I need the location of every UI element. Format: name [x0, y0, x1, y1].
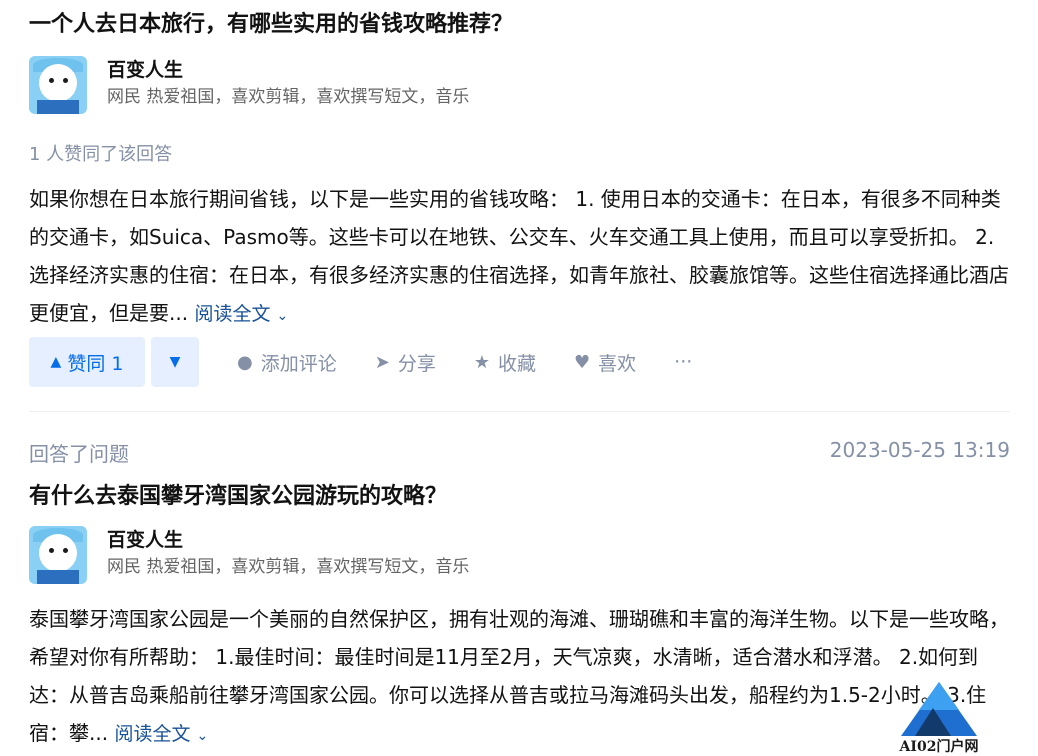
author-name[interactable]: 百变人生: [107, 526, 469, 554]
favorite-button[interactable]: ★ 收藏: [474, 349, 536, 376]
timestamp: 2023-05-25 13:19: [829, 438, 1010, 462]
answer-excerpt: 如果你想在日本旅行期间省钱，以下是一些实用的省钱攻略： 1. 使用日本的交通卡：…: [29, 187, 1009, 325]
avatar[interactable]: [29, 56, 87, 114]
author-info: 百变人生 网民 热爱祖国，喜欢剪辑，喜欢撰写短文，音乐: [29, 56, 469, 114]
heart-icon: ♥: [574, 351, 591, 373]
voters-count: 1 人赞同了该回答: [29, 144, 173, 165]
comment-button[interactable]: ● 添加评论: [237, 349, 337, 376]
more-button[interactable]: ···: [674, 351, 692, 373]
question-title[interactable]: 一个人去日本旅行，有哪些实用的省钱攻略推荐？: [29, 10, 513, 40]
question-title[interactable]: 有什么去泰国攀牙湾国家公园游玩的攻略？: [29, 482, 447, 512]
upvote-button[interactable]: ▲ 赞同 1: [29, 337, 145, 387]
comment-label: 添加评论: [260, 352, 337, 375]
chevron-down-icon: ⌄: [196, 728, 209, 744]
divider: [29, 411, 1010, 412]
read-more-link[interactable]: 阅读全文 ⌄: [114, 723, 208, 745]
author-bio: 网民 热爱祖国，喜欢剪辑，喜欢撰写短文，音乐: [107, 557, 470, 577]
answer-content: 如果你想在日本旅行期间省钱，以下是一些实用的省钱攻略： 1. 使用日本的交通卡：…: [29, 180, 1010, 335]
triangle-down-icon: ▼: [169, 354, 181, 370]
share-label: 分享: [397, 352, 436, 375]
chevron-down-icon: ⌄: [276, 308, 289, 324]
share-icon: ➤: [374, 351, 390, 373]
downvote-button[interactable]: ▼: [151, 337, 199, 387]
watermark-text: AI02门户网: [899, 739, 979, 755]
action-bar: ▲ 赞同 1 ▼ ● 添加评论 ➤ 分享 ★ 收藏 ♥ 喜欢 ···: [29, 337, 692, 387]
favorite-label: 收藏: [497, 352, 536, 375]
comment-icon: ●: [237, 351, 253, 373]
read-more-label: 阅读全文: [114, 723, 191, 745]
more-icon: ···: [674, 351, 693, 373]
author-bio: 网民 热爱祖国，喜欢剪辑，喜欢撰写短文，音乐: [107, 87, 470, 107]
activity-label: 回答了问题: [29, 442, 129, 466]
watermark-icon: [901, 682, 977, 736]
star-icon: ★: [473, 351, 490, 373]
watermark-logo: AI02门户网: [893, 680, 985, 756]
like-label: 喜欢: [598, 352, 637, 375]
author-name[interactable]: 百变人生: [107, 56, 469, 84]
read-more-link[interactable]: 阅读全文 ⌄: [194, 303, 288, 325]
answer-content: 泰国攀牙湾国家公园是一个美丽的自然保护区，拥有壮观的海滩、珊瑚礁和丰富的海洋生物…: [29, 600, 1010, 755]
avatar[interactable]: [29, 526, 87, 584]
share-button[interactable]: ➤ 分享: [375, 349, 436, 376]
activity-row: 回答了问题 2023-05-25 13:19: [29, 438, 1010, 467]
upvote-label: 赞同 1: [67, 352, 124, 375]
read-more-label: 阅读全文: [194, 303, 271, 325]
triangle-up-icon: ▲: [50, 354, 62, 370]
author-info: 百变人生 网民 热爱祖国，喜欢剪辑，喜欢撰写短文，音乐: [29, 526, 469, 584]
like-button[interactable]: ♥ 喜欢: [574, 349, 636, 376]
